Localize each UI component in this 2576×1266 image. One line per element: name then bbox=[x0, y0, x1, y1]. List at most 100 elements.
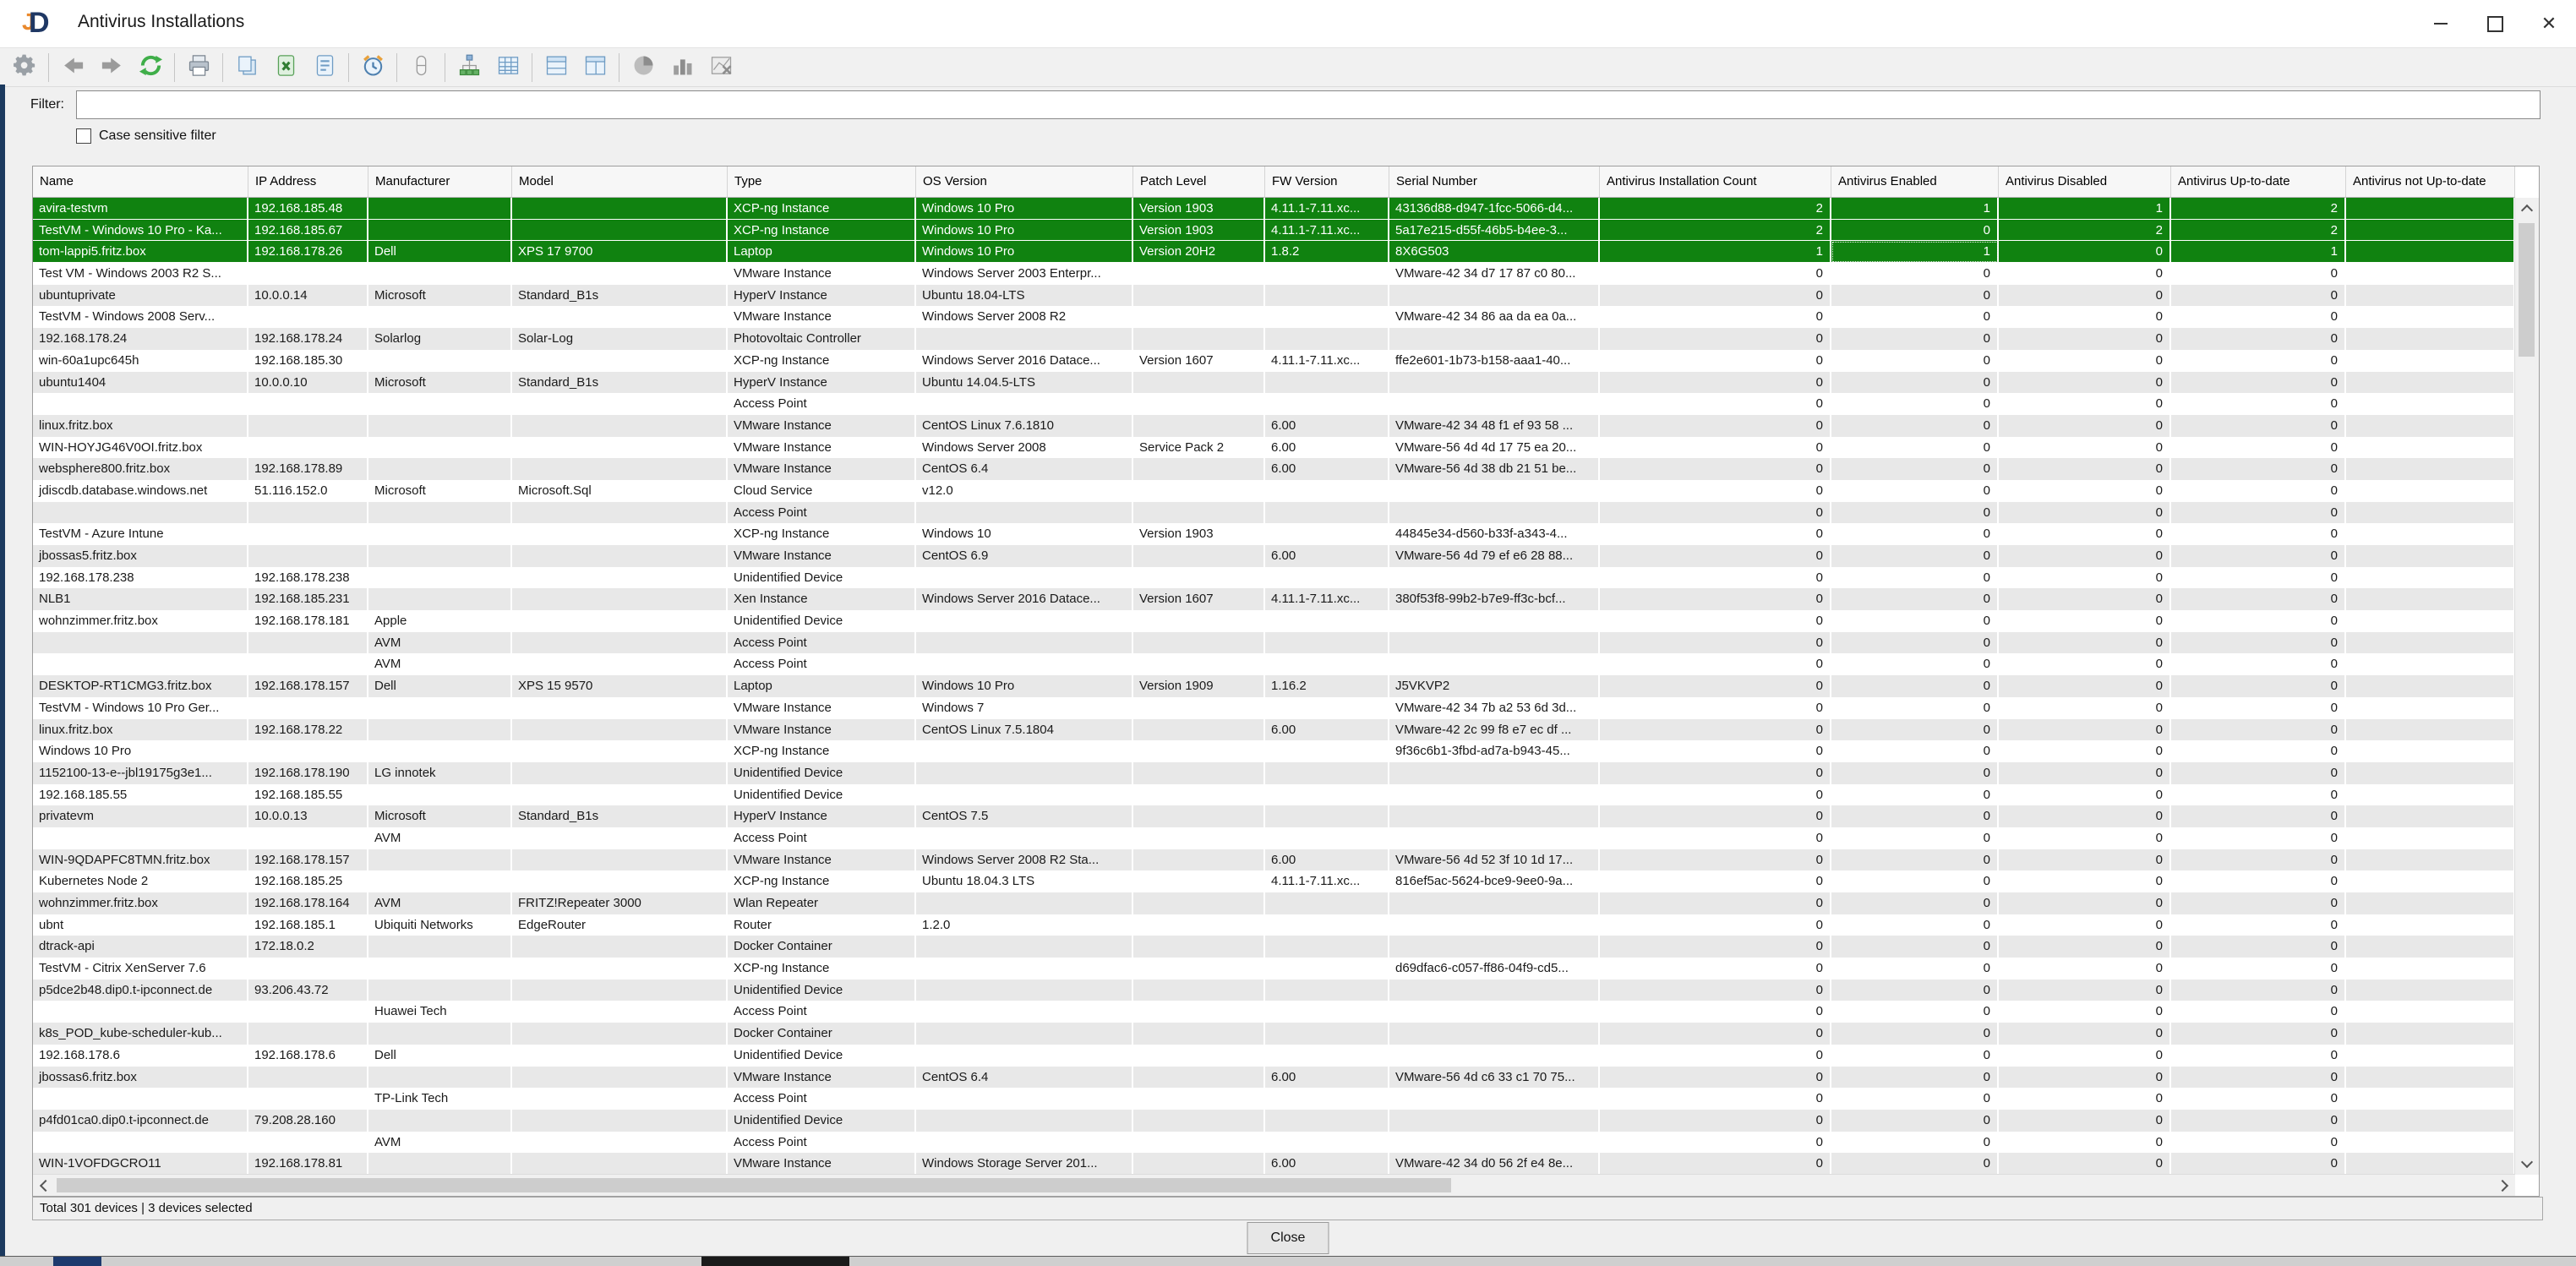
scroll-left-button[interactable] bbox=[33, 1175, 55, 1196]
table-row[interactable]: linux.fritz.boxVMware InstanceCentOS Lin… bbox=[33, 415, 2515, 437]
schedule-alarm-button[interactable] bbox=[353, 51, 392, 85]
back-button[interactable] bbox=[53, 51, 92, 85]
table-row[interactable]: linux.fritz.box192.168.178.22VMware Inst… bbox=[33, 719, 2515, 741]
bar-chart-button[interactable] bbox=[663, 51, 701, 85]
table-cell bbox=[512, 719, 728, 741]
pie-chart-button[interactable] bbox=[624, 51, 663, 85]
table-row[interactable]: AVMAccess Point0000 bbox=[33, 827, 2515, 849]
column-header-type[interactable]: Type bbox=[728, 166, 916, 198]
column-header-fw-version[interactable]: FW Version bbox=[1265, 166, 1389, 198]
table-row[interactable]: win-60a1upc645h192.168.185.30XCP-ng Inst… bbox=[33, 350, 2515, 372]
horizontal-scroll-thumb[interactable] bbox=[57, 1178, 1451, 1192]
column-header-antivirus-disabled[interactable]: Antivirus Disabled bbox=[1999, 166, 2171, 198]
table-row[interactable]: ubuntu140410.0.0.10MicrosoftStandard_B1s… bbox=[33, 372, 2515, 394]
forward-button[interactable] bbox=[92, 51, 131, 85]
table-cell: 0 bbox=[1831, 805, 1999, 827]
scroll-up-button[interactable] bbox=[2515, 198, 2539, 220]
maximize-button[interactable] bbox=[2468, 0, 2522, 47]
chart-export-button[interactable] bbox=[701, 51, 740, 85]
table-row[interactable]: websphere800.fritz.box192.168.178.89VMwa… bbox=[33, 458, 2515, 480]
table-row[interactable]: jbossas5.fritz.boxVMware InstanceCentOS … bbox=[33, 545, 2515, 567]
table-row[interactable]: NLB1192.168.185.231Xen InstanceWindows S… bbox=[33, 588, 2515, 610]
table-row[interactable]: TestVM - Windows 10 Pro - Ka...192.168.1… bbox=[33, 220, 2515, 242]
column-header-antivirus-not-up-to-date[interactable]: Antivirus not Up-to-date bbox=[2346, 166, 2515, 198]
vertical-scrollbar[interactable] bbox=[2514, 198, 2539, 1175]
column-header-patch-level[interactable]: Patch Level bbox=[1133, 166, 1265, 198]
scroll-down-button[interactable] bbox=[2515, 1153, 2539, 1175]
vertical-scroll-thumb[interactable] bbox=[2519, 223, 2535, 357]
case-sensitive-checkbox[interactable] bbox=[76, 128, 91, 144]
table-row[interactable]: 192.168.178.6192.168.178.6DellUnidentifi… bbox=[33, 1045, 2515, 1067]
filter-input[interactable] bbox=[76, 90, 2541, 119]
table-row[interactable]: k8s_POD_kube-scheduler-kub...Docker Cont… bbox=[33, 1023, 2515, 1045]
copy-button[interactable] bbox=[227, 51, 266, 85]
table-row[interactable]: AVMAccess Point0000 bbox=[33, 1132, 2515, 1154]
split-vertical-button[interactable] bbox=[576, 51, 614, 85]
tree-view-button[interactable] bbox=[450, 51, 488, 85]
table-row[interactable]: ubuntuprivate10.0.0.14MicrosoftStandard_… bbox=[33, 285, 2515, 307]
table-row[interactable]: TestVM - Azure IntuneXCP-ng InstanceWind… bbox=[33, 523, 2515, 545]
table-cell bbox=[2346, 892, 2515, 914]
column-header-antivirus-up-to-date[interactable]: Antivirus Up-to-date bbox=[2171, 166, 2346, 198]
table-cell bbox=[1133, 567, 1265, 589]
table-row[interactable]: Access Point0000 bbox=[33, 502, 2515, 524]
table-row[interactable]: Kubernetes Node 2192.168.185.25XCP-ng In… bbox=[33, 870, 2515, 892]
table-row[interactable]: privatevm10.0.0.13MicrosoftStandard_B1sH… bbox=[33, 805, 2515, 827]
table-row[interactable]: wohnzimmer.fritz.box192.168.178.164AVMFR… bbox=[33, 892, 2515, 914]
table-cell: 0 bbox=[1831, 784, 1999, 806]
print-button[interactable] bbox=[179, 51, 218, 85]
column-header-manufacturer[interactable]: Manufacturer bbox=[368, 166, 512, 198]
table-row[interactable]: WIN-9QDAPFC8TMN.fritz.box192.168.178.157… bbox=[33, 849, 2515, 871]
table-row[interactable]: 192.168.185.55192.168.185.55Unidentified… bbox=[33, 784, 2515, 806]
scroll-right-button[interactable] bbox=[2493, 1175, 2515, 1196]
column-header-name[interactable]: Name bbox=[33, 166, 248, 198]
column-header-antivirus-enabled[interactable]: Antivirus Enabled bbox=[1831, 166, 1999, 198]
table-row[interactable]: avira-testvm192.168.185.48XCP-ng Instanc… bbox=[33, 198, 2515, 220]
table-row[interactable]: p4fd01ca0.dip0.t-ipconnect.de79.208.28.1… bbox=[33, 1110, 2515, 1132]
close-button[interactable]: Close bbox=[1247, 1222, 1329, 1254]
table-row[interactable]: jdiscdb.database.windows.net51.116.152.0… bbox=[33, 480, 2515, 502]
table-row[interactable]: WIN-HOYJG46V0OI.fritz.boxVMware Instance… bbox=[33, 437, 2515, 459]
table-row[interactable]: TestVM - Windows 2008 Serv...VMware Inst… bbox=[33, 306, 2515, 328]
column-header-model[interactable]: Model bbox=[512, 166, 728, 198]
table-row[interactable]: 1152100-13-e--jbl19175g3e1...192.168.178… bbox=[33, 762, 2515, 784]
table-row[interactable]: TestVM - Citrix XenServer 7.6XCP-ng Inst… bbox=[33, 958, 2515, 980]
horizontal-scrollbar[interactable] bbox=[33, 1174, 2515, 1196]
table-cell: k8s_POD_kube-scheduler-kub... bbox=[33, 1023, 248, 1045]
table-row[interactable]: ubnt192.168.185.1Ubiquiti NetworksEdgeRo… bbox=[33, 914, 2515, 936]
close-window-button[interactable]: ✕ bbox=[2522, 0, 2576, 47]
table-row[interactable]: Windows 10 ProXCP-ng Instance9f36c6b1-3f… bbox=[33, 740, 2515, 762]
table-row[interactable]: AVMAccess Point0000 bbox=[33, 632, 2515, 654]
export-excel-button[interactable] bbox=[266, 51, 305, 85]
split-horizontal-button[interactable] bbox=[537, 51, 576, 85]
table-view-button[interactable] bbox=[488, 51, 527, 85]
database-button[interactable] bbox=[401, 51, 440, 85]
table-cell: 0 bbox=[2171, 697, 2346, 719]
settings-button[interactable] bbox=[5, 51, 44, 85]
column-header-antivirus-installation-count[interactable]: Antivirus Installation Count bbox=[1600, 166, 1831, 198]
table-row[interactable]: WIN-1VOFDGCRO11192.168.178.81VMware Inst… bbox=[33, 1153, 2515, 1175]
table-row[interactable]: p5dce2b48.dip0.t-ipconnect.de93.206.43.7… bbox=[33, 980, 2515, 1001]
table-row[interactable]: dtrack-api172.18.0.2Docker Container0000 bbox=[33, 936, 2515, 958]
table-row[interactable]: Huawei TechAccess Point0000 bbox=[33, 1001, 2515, 1023]
table-row[interactable]: jbossas6.fritz.boxVMware InstanceCentOS … bbox=[33, 1067, 2515, 1089]
table-row[interactable]: Access Point0000 bbox=[33, 393, 2515, 415]
table-row[interactable]: 192.168.178.24192.168.178.24SolarlogSola… bbox=[33, 328, 2515, 350]
column-header-os-version[interactable]: OS Version bbox=[916, 166, 1133, 198]
minimize-button[interactable] bbox=[2414, 0, 2468, 47]
export-file-button[interactable] bbox=[305, 51, 344, 85]
table-cell: 4.11.1-7.11.xc... bbox=[1265, 588, 1389, 610]
column-header-ip-address[interactable]: IP Address bbox=[248, 166, 368, 198]
table-row[interactable]: tom-lappi5.fritz.box192.168.178.26DellXP… bbox=[33, 241, 2515, 263]
table-row[interactable]: wohnzimmer.fritz.box192.168.178.181Apple… bbox=[33, 610, 2515, 632]
table-row[interactable]: TestVM - Windows 10 Pro Ger...VMware Ins… bbox=[33, 697, 2515, 719]
column-header-serial-number[interactable]: Serial Number bbox=[1389, 166, 1600, 198]
table-cell: 0 bbox=[2171, 415, 2346, 437]
table-row[interactable]: 192.168.178.238192.168.178.238Unidentifi… bbox=[33, 567, 2515, 589]
table-row[interactable]: Test VM - Windows 2003 R2 S...VMware Ins… bbox=[33, 263, 2515, 285]
table-cell: AVM bbox=[368, 1132, 512, 1154]
table-row[interactable]: TP-Link TechAccess Point0000 bbox=[33, 1088, 2515, 1110]
refresh-button[interactable] bbox=[131, 51, 170, 85]
table-row[interactable]: DESKTOP-RT1CMG3.fritz.box192.168.178.157… bbox=[33, 675, 2515, 697]
table-row[interactable]: AVMAccess Point0000 bbox=[33, 653, 2515, 675]
